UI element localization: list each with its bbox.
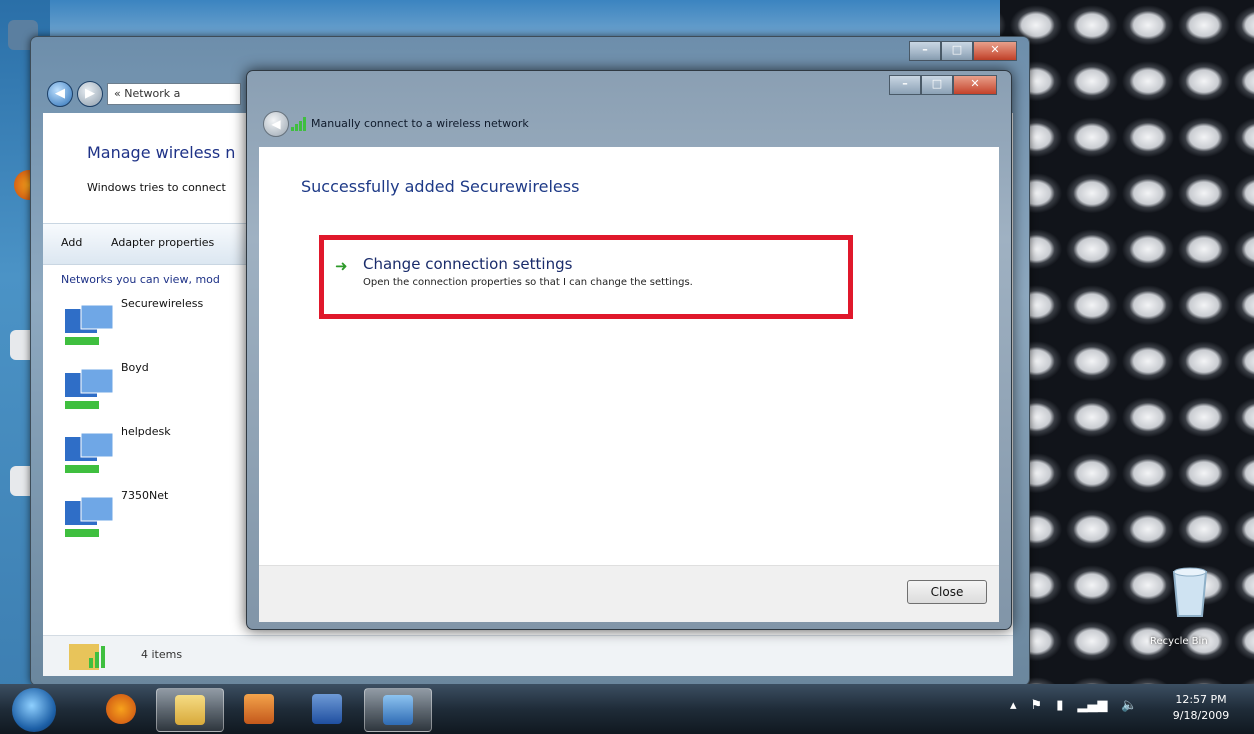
close-dialog-x-button[interactable]: ✕ [953, 75, 997, 95]
word-icon [312, 694, 342, 724]
dialog-footer: Close [259, 565, 999, 622]
page-title: Manage wireless n [87, 143, 236, 162]
volume-icon[interactable]: 🔈 [1121, 698, 1137, 713]
wireless-network-icon [65, 496, 114, 537]
network-name: Boyd [121, 361, 149, 374]
explorer-taskbar-button[interactable] [156, 688, 224, 732]
maximize-button[interactable]: □ [941, 41, 973, 61]
network-item[interactable]: Securewireless [61, 297, 261, 357]
wireless-network-icon [65, 368, 114, 409]
clock-date: 9/18/2009 [1172, 709, 1230, 722]
signal-bars-icon [291, 117, 306, 131]
success-heading: Successfully added Securewireless [301, 177, 580, 196]
toolbar: Add Adapter properties [43, 223, 253, 265]
green-arrow-icon: ➜ [335, 257, 348, 275]
network-name: 7350Net [121, 489, 169, 502]
system-clock[interactable]: 12:57 PM 9/18/2009 [1160, 692, 1242, 724]
add-button[interactable]: Add [61, 236, 82, 249]
network-item[interactable]: 7350Net [61, 489, 261, 549]
navigation-bar: ◀ ▶ « Network a [47, 81, 241, 107]
media-player-icon [244, 694, 274, 724]
dialog-title: Manually connect to a wireless network [311, 117, 529, 130]
link-title: Change connection settings [363, 255, 573, 273]
network-name: Securewireless [121, 297, 204, 310]
back-arrow-icon[interactable]: ◀ [47, 81, 73, 107]
network-icon [383, 695, 413, 725]
taskbar: ▴ ⚑ ▮ ▂▄▆ 🔈 12:57 PM 9/18/2009 [0, 684, 1254, 734]
forward-arrow-icon[interactable]: ▶ [77, 81, 103, 107]
status-bar: 4 items [43, 635, 1013, 676]
close-button[interactable]: Close [907, 580, 987, 604]
wireless-signal-icon[interactable]: ▂▄▆ [1077, 698, 1107, 713]
network-name: helpdesk [121, 425, 171, 438]
wireless-network-icon [65, 304, 114, 345]
adapter-properties-button[interactable]: Adapter properties [111, 236, 214, 249]
close-window-button[interactable]: ✕ [973, 41, 1017, 61]
firefox-taskbar-button[interactable] [88, 688, 154, 730]
clock-time: 12:57 PM [1175, 693, 1227, 706]
start-button[interactable] [12, 688, 56, 732]
dialog-caption-buttons: – □ ✕ [889, 75, 997, 95]
recycle-bin-label: Recycle Bin [1150, 636, 1208, 647]
network-item[interactable]: helpdesk [61, 425, 261, 485]
address-bar[interactable]: « Network a [107, 83, 241, 105]
networks-list-header: Networks you can view, mod [61, 273, 220, 286]
window-caption-buttons: – □ ✕ [909, 41, 1017, 61]
maximize-button[interactable]: □ [921, 75, 953, 95]
network-item[interactable]: Boyd [61, 361, 261, 421]
action-center-flag-icon[interactable]: ⚑ [1031, 698, 1043, 713]
link-description: Open the connection properties so that I… [363, 277, 693, 288]
back-arrow-icon[interactable]: ◀ [263, 111, 289, 137]
network-taskbar-button[interactable] [364, 688, 432, 732]
minimize-button[interactable]: – [889, 75, 921, 95]
dialog-content: Successfully added Securewireless ➜ Chan… [259, 147, 999, 622]
folder-icon [175, 695, 205, 725]
page-subtitle: Windows tries to connect [87, 181, 226, 194]
battery-icon[interactable]: ▮ [1056, 698, 1063, 713]
media-player-taskbar-button[interactable] [226, 688, 292, 730]
manual-connect-dialog: – □ ✕ ◀ Manually connect to a wireless n… [246, 70, 1012, 630]
show-hidden-icons-icon[interactable]: ▴ [1010, 698, 1017, 713]
minimize-button[interactable]: – [909, 41, 941, 61]
system-tray: ▴ ⚑ ▮ ▂▄▆ 🔈 [1010, 698, 1138, 713]
firefox-icon [106, 694, 136, 724]
wireless-network-icon [65, 432, 114, 473]
item-count: 4 items [141, 648, 183, 661]
folder-network-icon [69, 644, 105, 670]
dialog-header: ◀ Manually connect to a wireless network [259, 103, 999, 145]
word-taskbar-button[interactable] [294, 688, 360, 730]
recycle-bin-icon[interactable] [1160, 560, 1220, 620]
change-connection-settings-link[interactable]: ➜ Change connection settings Open the co… [335, 255, 795, 303]
